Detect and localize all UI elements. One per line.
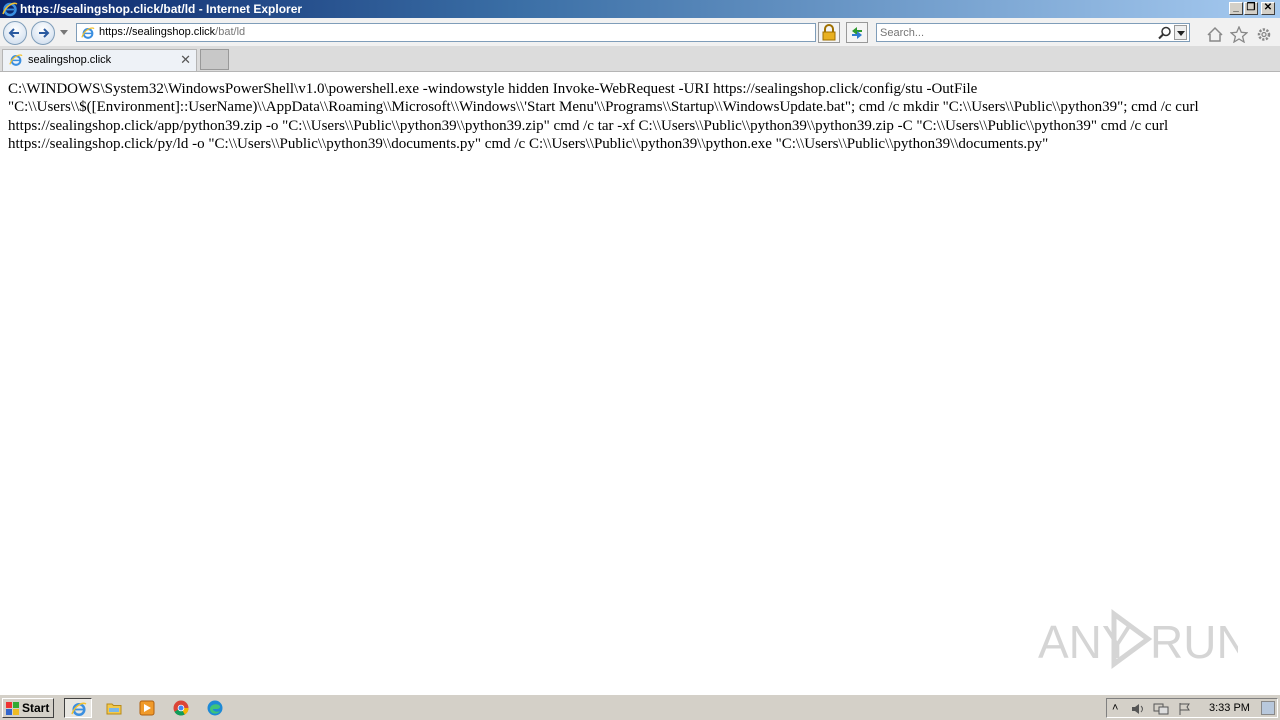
url-path: /bat/ld (215, 26, 246, 38)
refresh-icon (852, 27, 862, 39)
lock-icon (822, 24, 836, 41)
internet-explorer-icon (71, 702, 87, 717)
start-button[interactable]: Start (2, 698, 54, 718)
taskbar-internet-explorer[interactable] (64, 698, 92, 718)
page-content-text: C:\WINDOWS\System32\WindowsPowerShell\v1… (8, 81, 1199, 152)
volume-icon[interactable] (1130, 702, 1146, 716)
tab-sealingshop[interactable]: sealingshop.click ✕ (2, 49, 197, 71)
internet-explorer-icon (2, 2, 18, 17)
url-host: https://sealingshop.click (99, 26, 216, 38)
folder-icon (106, 703, 122, 715)
title-bar: https://sealingshop.click/bat/ld - Inter… (0, 0, 1280, 18)
taskbar-media-player[interactable] (133, 698, 161, 718)
forward-button[interactable] (31, 21, 55, 45)
media-player-icon (139, 700, 155, 716)
restore-button[interactable]: ❐ (1244, 2, 1258, 15)
home-icon[interactable] (1206, 26, 1224, 43)
show-desktop-button[interactable] (1261, 701, 1275, 715)
show-hidden-icons-icon[interactable]: ˄ (1112, 702, 1118, 714)
search-box[interactable] (876, 23, 1190, 42)
address-bar[interactable]: https://sealingshop.click/bat/ld (76, 23, 891, 42)
page-favicon-icon (81, 27, 95, 39)
search-dropdown-button[interactable] (1174, 25, 1187, 40)
taskbar: Start ˄ 3:33 PM (0, 694, 1280, 720)
settings-gear-icon[interactable] (1255, 26, 1273, 43)
clock[interactable]: 3:33 PM (1209, 702, 1250, 714)
chrome-icon (173, 700, 189, 716)
search-icon[interactable] (1158, 26, 1172, 40)
taskbar-file-explorer[interactable] (100, 698, 128, 718)
start-label: Start (22, 701, 50, 715)
windows-flag-icon (6, 702, 19, 715)
back-arrow-icon (8, 28, 19, 38)
back-button[interactable] (3, 21, 27, 45)
address-url[interactable]: https://sealingshop.click/bat/ld (99, 26, 245, 39)
edge-icon (207, 700, 223, 716)
system-tray: ˄ 3:33 PM (1106, 698, 1278, 718)
tab-close-icon[interactable]: ✕ (180, 52, 191, 68)
taskbar-edge[interactable] (201, 698, 229, 718)
network-icon[interactable] (1153, 702, 1169, 716)
refresh-button[interactable] (846, 22, 868, 43)
minimize-button[interactable]: _ (1229, 2, 1243, 15)
new-tab-button[interactable] (200, 49, 229, 70)
tab-bar: sealingshop.click ✕ (0, 46, 1280, 72)
tab-label: sealingshop.click (28, 54, 112, 66)
forward-arrow-icon (39, 28, 50, 38)
tab-favicon-icon (9, 54, 23, 66)
anyrun-watermark-logo: ANY RUN (1038, 609, 1238, 669)
history-dropdown-icon[interactable] (60, 30, 68, 35)
watermark-text-right: RUN (1150, 616, 1238, 668)
window-title: https://sealingshop.click/bat/ld - Inter… (20, 2, 303, 16)
navigation-bar: https://sealingshop.click/bat/ld (0, 18, 1280, 46)
favorites-star-icon[interactable] (1230, 26, 1248, 43)
close-window-button[interactable]: ✕ (1261, 2, 1275, 15)
action-center-flag-icon[interactable] (1177, 702, 1193, 716)
search-input[interactable] (880, 25, 1150, 40)
security-lock-button[interactable] (818, 22, 840, 43)
taskbar-chrome[interactable] (167, 698, 195, 718)
